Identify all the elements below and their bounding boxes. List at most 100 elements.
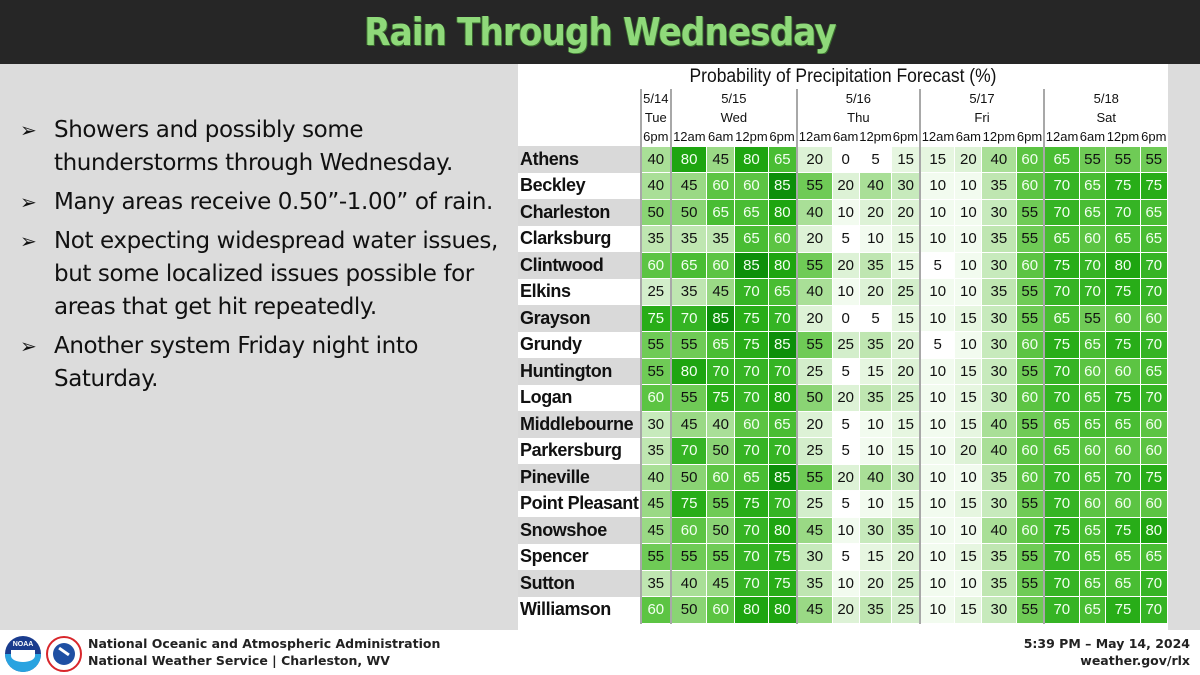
location-name: Clarksburg: [518, 225, 641, 252]
pop-cell: 20: [891, 331, 921, 359]
table-row: Elkins 25 35 45 70 65 40 10 20 25 10 10 35 55 70 70 75 70: [518, 278, 1169, 306]
day-date-header: 5/14: [639, 89, 671, 108]
pop-cell: 80: [767, 251, 798, 279]
pop-cell: 70: [734, 437, 769, 465]
pop-cell: 65: [767, 278, 798, 306]
pop-cell: 65: [767, 410, 798, 438]
pop-cell: 70: [1043, 278, 1080, 306]
pop-cell: 60: [1105, 304, 1141, 332]
pop-cell: 30: [858, 516, 893, 544]
table-row: Logan 60 55 75 70 80 50 20 35 25 10 15 30 60 70 65 75 70: [518, 384, 1169, 412]
pop-cell: 5: [831, 437, 860, 465]
noaa-logo-text: NOAA: [12, 641, 34, 648]
pop-cell: 60: [706, 172, 736, 200]
pop-cell: 15: [954, 490, 983, 518]
pop-cell: 60: [639, 251, 672, 279]
pop-cell: 10: [918, 225, 956, 253]
table-row: Charleston 50 50 65 65 80 40 10 20 20 10 10 30 55 70 65…: [518, 198, 1169, 226]
pop-cell: 70: [1043, 463, 1080, 491]
pop-cell: 35: [981, 543, 1017, 571]
pop-cell: 60: [1139, 490, 1169, 518]
location-name: Sutton: [518, 570, 641, 597]
table-row: Huntington 55 80 70 70 70 25 5 15 20 10 15 30 55 70 60 6…: [518, 357, 1169, 385]
pop-cell: 55: [1078, 304, 1107, 332]
pop-cell: 10: [918, 569, 956, 597]
pop-cell: 5: [831, 543, 860, 571]
pop-cell: 75: [1139, 463, 1169, 491]
pop-cell: 25: [795, 357, 833, 385]
pop-cell: 10: [858, 410, 893, 438]
location-name: Middlebourne: [518, 411, 641, 438]
pop-cell: 5: [831, 410, 860, 438]
bullet-text: Another system Friday night into Saturda…: [54, 333, 419, 392]
website-link[interactable]: weather.gov/rlx: [1024, 652, 1190, 669]
location-name: Logan: [518, 384, 641, 411]
pop-cell: 10: [858, 225, 893, 253]
pop-cell: 60: [1078, 225, 1107, 253]
pop-cell: 30: [795, 543, 833, 571]
pop-cell: 70: [767, 357, 798, 385]
pop-cell: 10: [918, 198, 956, 226]
pop-cell: 45: [795, 516, 833, 544]
period-header: 12am: [795, 127, 833, 146]
day-date-header: 5/15: [669, 89, 797, 108]
pop-cell: 55: [706, 543, 736, 571]
pop-cell: 0: [831, 304, 860, 332]
pop-cell: 80: [669, 145, 708, 173]
bullet-list: ➢ Showers and possibly some thunderstorms…: [20, 114, 500, 402]
pop-cell: 60: [734, 410, 769, 438]
pop-cell: 75: [767, 569, 798, 597]
pop-cell: 15: [954, 384, 983, 412]
pop-cell: 10: [954, 278, 983, 306]
pop-cell: 80: [1105, 251, 1141, 279]
pop-cell: 35: [858, 331, 893, 359]
pop-cell: 65: [1043, 145, 1080, 173]
org-line-2: National Weather Service | Charleston, W…: [88, 653, 390, 668]
pop-cell: 35: [639, 437, 672, 465]
pop-cell: 50: [639, 198, 672, 226]
pop-cell: 20: [954, 437, 983, 465]
pop-cell: 30: [981, 596, 1017, 624]
pop-cell: 10: [858, 437, 893, 465]
pop-cell: 35: [858, 596, 893, 624]
period-header: 6am: [955, 128, 982, 144]
pop-cell: 60: [767, 225, 798, 253]
pop-cell: 60: [706, 463, 736, 491]
pop-cell: 15: [891, 437, 921, 465]
period-header: 12pm: [735, 128, 768, 144]
pop-cell: 50: [706, 437, 736, 465]
pop-cell: 55: [669, 384, 708, 412]
pop-cell: 70: [1078, 251, 1107, 279]
pop-cell: 60: [1139, 410, 1169, 438]
pop-cell: 60: [639, 596, 672, 624]
pop-cell: 15: [891, 490, 921, 518]
pop-cell: 55: [639, 331, 672, 359]
pop-cell: 60: [1015, 463, 1045, 491]
pop-cell: 60: [1015, 172, 1045, 200]
pop-cell: 35: [858, 384, 893, 412]
pop-cell: 70: [734, 569, 769, 597]
period-header: 6am: [833, 128, 859, 144]
pop-cell: 55: [1015, 410, 1045, 438]
pop-cell: 55: [1139, 145, 1169, 173]
location-name: Grundy: [518, 331, 641, 358]
pop-cell: 55: [1015, 304, 1045, 332]
pop-cell: 5: [831, 357, 860, 385]
pop-cell: 85: [767, 463, 798, 491]
arrowhead-bullet-icon: ➢: [20, 118, 37, 142]
pop-cell: 55: [1015, 543, 1045, 571]
bullet-item: ➢ Another system Friday night into Saturd…: [20, 330, 500, 396]
pop-cell: 15: [858, 543, 893, 571]
pop-cell: 35: [981, 172, 1017, 200]
pop-cell: 65: [734, 463, 769, 491]
pop-cell: 70: [734, 516, 769, 544]
pop-cell: 15: [954, 596, 983, 624]
pop-cell: 35: [981, 278, 1017, 306]
pop-cell: 30: [639, 410, 672, 438]
pop-cell: 55: [795, 463, 833, 491]
pop-cell: 60: [734, 172, 769, 200]
pop-cell: 45: [639, 490, 672, 518]
pop-cell: 15: [954, 357, 983, 385]
pop-cell: 15: [891, 304, 921, 332]
pop-cell: 65: [1043, 437, 1080, 465]
